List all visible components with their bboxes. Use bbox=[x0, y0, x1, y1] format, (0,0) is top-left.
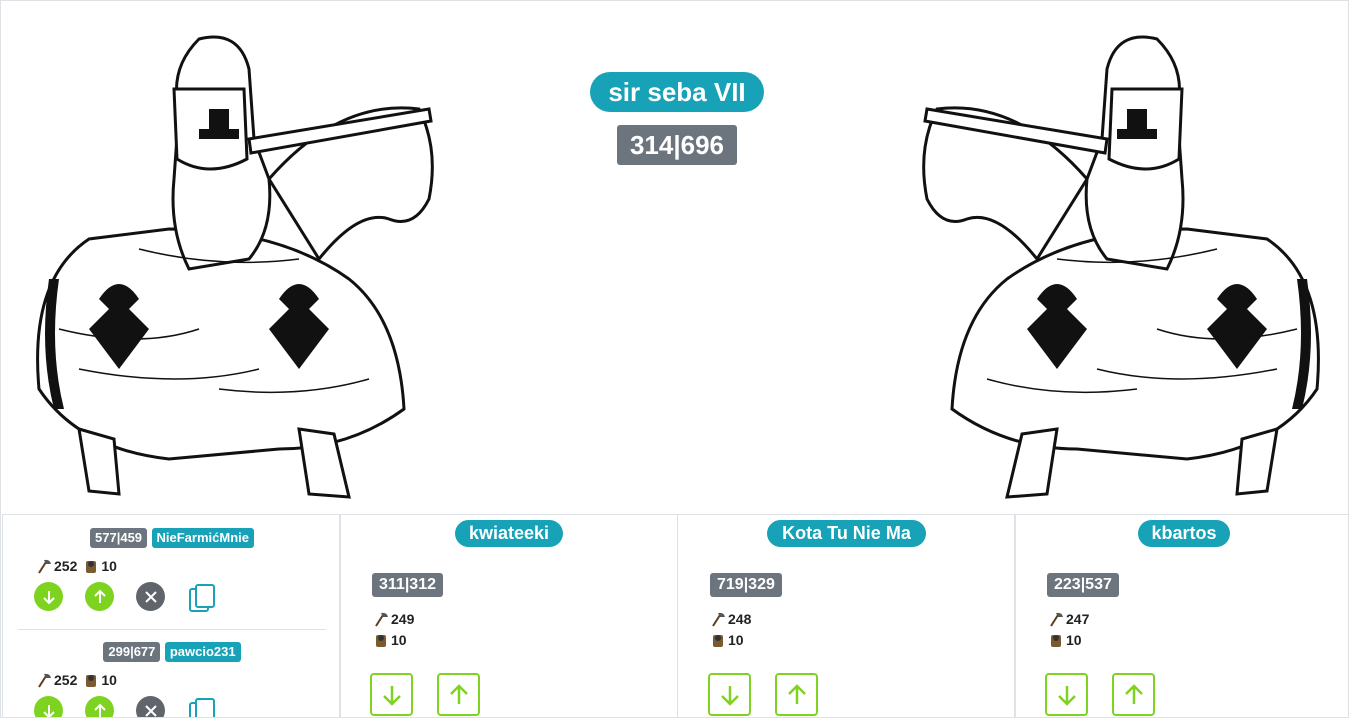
spy-icon bbox=[86, 561, 97, 573]
spy-count: 10 bbox=[1066, 632, 1082, 648]
axe-icon bbox=[712, 612, 725, 627]
spy-count: 10 bbox=[728, 632, 744, 648]
move-down-button[interactable] bbox=[34, 582, 63, 611]
target-coords-badge: 311|312 bbox=[372, 573, 443, 597]
move-down-button[interactable] bbox=[370, 673, 413, 716]
target-coords-badge: 223|537 bbox=[1047, 573, 1119, 597]
remove-button[interactable] bbox=[136, 696, 165, 717]
village-coords-badge: 299|677 bbox=[103, 642, 161, 662]
arrow-down-icon bbox=[42, 704, 55, 717]
move-down-button[interactable] bbox=[34, 696, 63, 717]
list-item-actions bbox=[34, 582, 217, 614]
arrow-down-icon bbox=[720, 685, 739, 706]
target-card: Kota Tu Nie Ma 719|329 248 10 bbox=[677, 514, 1015, 717]
axe-icon bbox=[38, 673, 51, 688]
axe-count: 248 bbox=[728, 611, 752, 627]
unit-counts: 252 10 bbox=[36, 558, 123, 574]
page: sir seba VII 314|696 577|459 NieFarmićMn… bbox=[0, 0, 1349, 718]
arrow-down-icon bbox=[42, 590, 55, 604]
spy-icon bbox=[376, 635, 386, 647]
target-name-badge: Kota Tu Nie Ma bbox=[767, 520, 926, 547]
copy-icon bbox=[189, 584, 215, 612]
close-icon bbox=[144, 704, 157, 717]
arrow-down-icon bbox=[1057, 685, 1076, 706]
copy-button[interactable] bbox=[187, 696, 217, 717]
move-down-button[interactable] bbox=[1045, 673, 1088, 716]
spy-count: 10 bbox=[101, 672, 117, 688]
arrow-up-icon bbox=[93, 703, 106, 717]
arrow-up-icon bbox=[787, 683, 806, 704]
list-item-actions bbox=[34, 696, 217, 717]
axe-stat: 247 bbox=[1048, 611, 1089, 627]
axe-icon bbox=[1050, 612, 1063, 627]
knight-illustration-right bbox=[922, 35, 1320, 499]
spy-stat: 10 bbox=[710, 632, 744, 648]
move-down-button[interactable] bbox=[708, 673, 751, 716]
player-name-badge: NieFarmićMnie bbox=[151, 528, 254, 548]
axe-count: 252 bbox=[54, 558, 78, 574]
axe-stat: 249 bbox=[373, 611, 414, 627]
village-coords-badge: 577|459 bbox=[90, 528, 148, 548]
spy-count: 10 bbox=[101, 558, 117, 574]
remove-button[interactable] bbox=[136, 582, 165, 611]
target-card: kbartos 223|537 247 10 bbox=[1015, 514, 1348, 717]
axe-icon bbox=[38, 559, 51, 574]
move-up-button[interactable] bbox=[85, 696, 114, 717]
axe-icon bbox=[375, 612, 388, 627]
divider bbox=[18, 629, 326, 630]
target-card: kwiateeki 311|312 249 10 bbox=[340, 514, 678, 717]
axe-count: 252 bbox=[54, 672, 78, 688]
move-up-button[interactable] bbox=[85, 582, 114, 611]
axe-count: 249 bbox=[391, 611, 415, 627]
list-item-badges: 299|677 pawcio231 bbox=[18, 642, 326, 662]
spy-stat: 10 bbox=[1048, 632, 1082, 648]
arrow-up-icon bbox=[449, 683, 468, 704]
arrow-up-icon bbox=[1124, 683, 1143, 704]
knight-illustration-left bbox=[36, 35, 434, 499]
axe-count: 247 bbox=[1066, 611, 1090, 627]
arrow-down-icon bbox=[382, 685, 401, 706]
list-item-badges: 577|459 NieFarmićMnie bbox=[18, 528, 326, 548]
hero-section: sir seba VII 314|696 bbox=[1, 1, 1348, 513]
move-up-button[interactable] bbox=[1112, 673, 1155, 716]
spy-icon bbox=[1051, 635, 1061, 647]
target-name-badge: kbartos bbox=[1138, 520, 1230, 547]
copy-icon bbox=[189, 698, 215, 717]
village-coords-badge: 314|696 bbox=[617, 125, 737, 165]
village-list-panel: 577|459 NieFarmićMnie 252 10 299|677 paw… bbox=[2, 514, 340, 717]
unit-counts: 252 10 bbox=[36, 672, 123, 688]
player-name-badge: pawcio231 bbox=[164, 642, 241, 662]
spy-icon bbox=[86, 675, 97, 687]
spy-count: 10 bbox=[391, 632, 407, 648]
player-name-badge: sir seba VII bbox=[590, 72, 764, 112]
target-name-badge: kwiateeki bbox=[455, 520, 563, 547]
spy-stat: 10 bbox=[373, 632, 407, 648]
copy-button[interactable] bbox=[187, 582, 217, 614]
arrow-up-icon bbox=[93, 589, 106, 603]
target-coords-badge: 719|329 bbox=[710, 573, 782, 597]
axe-stat: 248 bbox=[710, 611, 751, 627]
spy-icon bbox=[713, 635, 723, 647]
move-up-button[interactable] bbox=[437, 673, 480, 716]
move-up-button[interactable] bbox=[775, 673, 818, 716]
close-icon bbox=[144, 590, 157, 603]
